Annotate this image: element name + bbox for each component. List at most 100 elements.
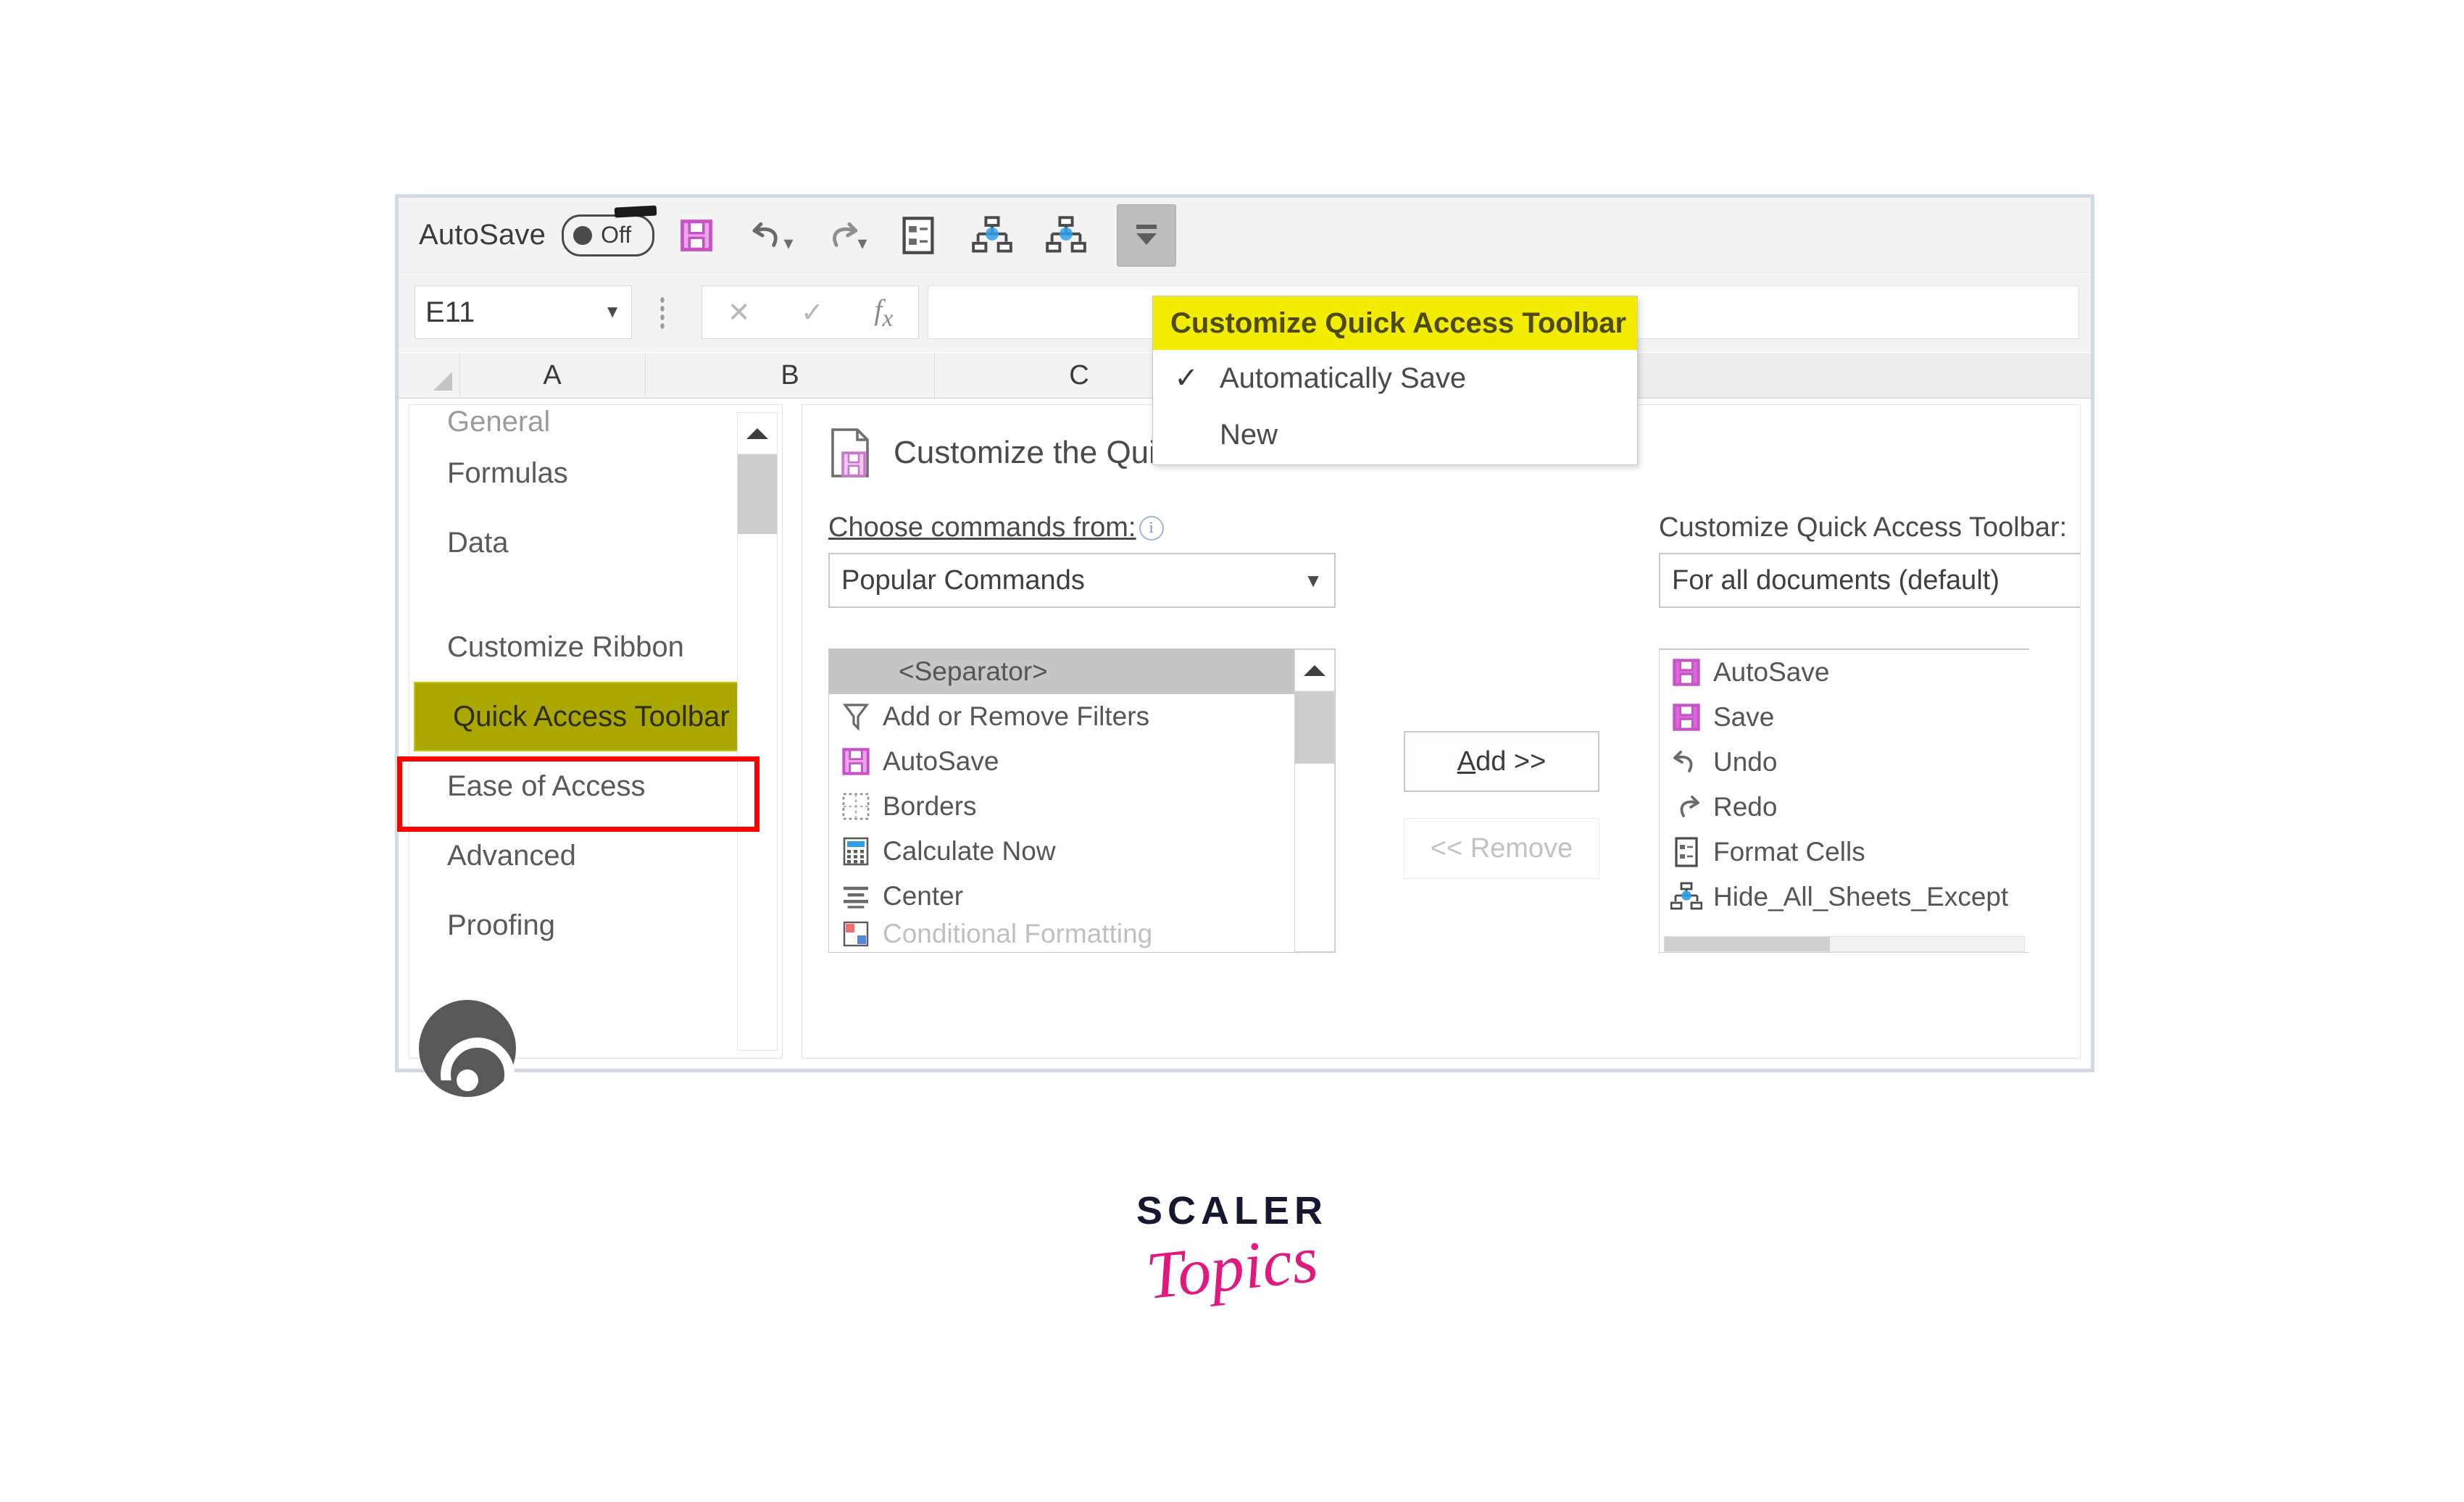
chevron-down-icon[interactable]: ▼: [604, 302, 621, 322]
save-icon: [829, 747, 883, 776]
scrollbar-thumb[interactable]: [1665, 937, 1831, 951]
undo-dropdown-caret-icon[interactable]: ▾: [784, 232, 794, 254]
redo-dropdown-caret-icon[interactable]: ▾: [858, 232, 867, 254]
menu-item-label: New: [1220, 418, 1278, 451]
qat-redo-button[interactable]: ▾: [812, 206, 876, 264]
select-all-triangle-icon: [433, 372, 452, 391]
choose-commands-from-select[interactable]: Popular Commands ▼: [828, 553, 1336, 608]
list-item[interactable]: AutoSave: [829, 739, 1335, 784]
menu-item-automatically-save[interactable]: ✓ Automatically Save: [1153, 350, 1637, 406]
conditional-formatting-icon: [829, 921, 883, 947]
list-item-label: Conditional Formatting: [883, 919, 1153, 948]
sidebar-item-data[interactable]: Data: [409, 508, 782, 577]
list-item[interactable]: AutoSave: [1660, 650, 2029, 695]
list-item-label: AutoSave: [883, 746, 999, 776]
scroll-up-button[interactable]: [1295, 650, 1334, 691]
list-item[interactable]: Redo: [1660, 785, 2029, 830]
check-icon[interactable]: ✓: [801, 296, 824, 329]
column-header-b[interactable]: B: [646, 353, 935, 398]
autosave-toggle-knob: [573, 225, 593, 245]
list-item-label: Center: [883, 881, 964, 911]
qat-commands-list[interactable]: AutoSave Save Undo Redo Format Cells Hid…: [1659, 648, 2029, 953]
hide-all-sheets-except-icon-2: [1046, 215, 1086, 252]
list-item[interactable]: Center: [829, 874, 1335, 919]
qat-undo-button[interactable]: ▾: [738, 206, 802, 264]
list-item-label: Calculate Now: [883, 836, 1056, 866]
list-item[interactable]: Undo: [1660, 740, 2029, 785]
qat-hide-all-sheets-except-button-2[interactable]: [1034, 206, 1098, 264]
customize-qat-label: Customize Quick Access Toolbar:: [1659, 512, 2067, 543]
info-icon[interactable]: i: [1139, 515, 1164, 541]
sidebar-item-quick-access-toolbar[interactable]: Quick Access Toolbar: [414, 682, 778, 751]
hide-all-sheets-except-icon: [972, 215, 1012, 252]
available-commands-scrollbar[interactable]: [1294, 649, 1335, 952]
qat-save-button[interactable]: [665, 206, 728, 264]
list-item-label: AutoSave: [1713, 657, 1830, 687]
menu-item-new[interactable]: New: [1153, 406, 1637, 463]
format-cells-icon: [1660, 837, 1713, 867]
scrollbar-thumb[interactable]: [1295, 691, 1334, 764]
chevron-up-icon: [746, 427, 768, 439]
list-item[interactable]: Calculate Now: [829, 829, 1335, 874]
list-item[interactable]: Add or Remove Filters: [829, 694, 1335, 739]
name-box-value: E11: [425, 296, 475, 328]
chevron-up-icon: [1304, 664, 1325, 676]
chevron-down-icon[interactable]: ▼: [1304, 569, 1323, 592]
autosave-toggle-state: Off: [601, 222, 632, 248]
list-item[interactable]: Hide_All_Sheets_Except: [1660, 875, 2029, 919]
sidebar-item-customize-ribbon[interactable]: Customize Ribbon: [409, 612, 782, 682]
options-nav-list: General Formulas Data Customize Ribbon Q…: [409, 404, 783, 1059]
qat-settings-pane: Customize the Quick Access Toolbar. Choo…: [802, 404, 2081, 1059]
borders-icon: [829, 793, 883, 820]
close-icon[interactable]: ✕: [728, 296, 751, 329]
customize-qat-scope-select[interactable]: For all documents (default): [1659, 553, 2080, 608]
add-button[interactable]: Add >>: [1404, 731, 1599, 792]
available-commands-list[interactable]: <Separator> Add or Remove Filters AutoSa…: [828, 648, 1336, 953]
save-icon: [1660, 658, 1713, 687]
list-item[interactable]: Borders ▶: [829, 784, 1335, 829]
choose-commands-label-text: Choose commands from:: [828, 512, 1136, 543]
qat-hide-all-sheets-except-button[interactable]: [960, 206, 1024, 264]
name-box[interactable]: E11 ▼: [415, 285, 632, 339]
customize-qat-page-icon: [831, 428, 869, 477]
customize-qat-label-text: Customize Quick Access Toolbar:: [1659, 512, 2068, 543]
remove-button-label: << Remove: [1430, 833, 1573, 864]
list-item[interactable]: Save: [1660, 695, 2029, 740]
customize-qat-dropdown-menu: Customize Quick Access Toolbar ✓ Automat…: [1152, 296, 1638, 465]
list-item-label: Format Cells: [1713, 837, 1865, 867]
format-cells-icon: [902, 216, 934, 254]
remove-button[interactable]: << Remove: [1404, 818, 1599, 879]
list-item-label: Redo: [1713, 792, 1778, 822]
list-item[interactable]: <Separator>: [829, 649, 1335, 694]
select-all-corner[interactable]: [415, 353, 460, 398]
fx-icon[interactable]: fx: [874, 293, 893, 333]
formula-bar-grip[interactable]: [659, 296, 665, 330]
annotation-highlight-box: [397, 756, 759, 832]
qat-commands-hscrollbar[interactable]: [1664, 936, 2025, 952]
scrollbar-thumb[interactable]: [738, 454, 777, 534]
list-item[interactable]: Format Cells: [1660, 830, 2029, 875]
menu-item-label: Automatically Save: [1220, 362, 1467, 394]
save-icon: [680, 219, 712, 251]
list-item[interactable]: Conditional Formatting ▶: [829, 919, 1335, 949]
autosave-toggle[interactable]: Off: [562, 204, 657, 256]
hide-all-sheets-except-icon: [1660, 882, 1713, 912]
align-center-icon: [829, 884, 883, 909]
sidebar-item-general[interactable]: General: [409, 405, 782, 438]
sidebar-item-proofing[interactable]: Proofing: [409, 890, 782, 960]
sidebar-item-formulas[interactable]: Formulas: [409, 438, 782, 508]
list-item-label: Add or Remove Filters: [883, 701, 1150, 731]
scaler-topics-logo: SCALER Topics: [1116, 1188, 1348, 1313]
column-header-a[interactable]: A: [459, 353, 646, 398]
qat-format-cells-button[interactable]: [886, 206, 950, 264]
options-nav-scrollbar[interactable]: [737, 412, 778, 1051]
cursor-overlay: [419, 1000, 516, 1097]
customize-qat-scope-value: For all documents (default): [1672, 564, 1999, 596]
customize-qat-dropdown-icon: [1136, 224, 1157, 245]
list-item-label: Undo: [1713, 747, 1778, 777]
filter-icon: [829, 702, 883, 731]
scroll-up-button[interactable]: [738, 413, 777, 454]
customize-qat-dropdown-button[interactable]: [1117, 204, 1177, 267]
choose-commands-from-value: Popular Commands: [841, 564, 1085, 596]
save-icon: [1660, 703, 1713, 732]
